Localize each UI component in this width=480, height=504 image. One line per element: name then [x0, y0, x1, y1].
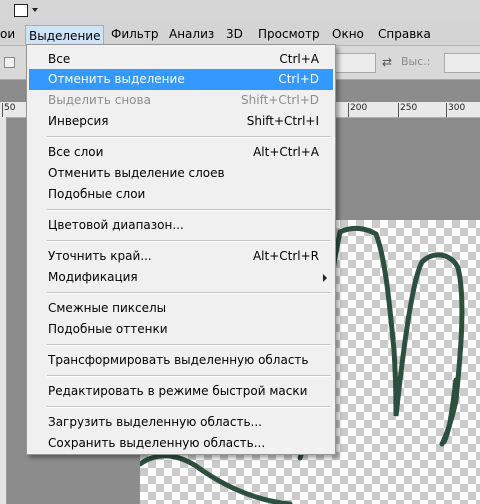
menu-item-label: Трансформировать выделенную область [48, 353, 309, 367]
ruler-label: 300 [448, 103, 466, 113]
rectangle-marquee-icon [14, 3, 28, 17]
swap-arrows-icon[interactable]: ⇄ [382, 55, 392, 69]
menu-item-load-selection[interactable]: Загрузить выделенную область... [29, 412, 333, 433]
menu-item-label: Выделить снова [48, 93, 151, 107]
menu-item-label: Инверсия [48, 114, 109, 128]
menu-item-refine-edge[interactable]: Уточнить край... Alt+Ctrl+R [29, 246, 333, 267]
menu-item-deselect-layers[interactable]: Отменить выделение слоев [29, 163, 333, 184]
menu-item-label: Модификация [48, 270, 138, 284]
menu-item-save-selection[interactable]: Сохранить выделенную область... [29, 433, 333, 454]
menu-item-label: Подобные оттенки [48, 322, 168, 336]
menu-item-transform-selection[interactable]: Трансформировать выделенную область [29, 350, 333, 371]
antialias-checkbox[interactable] [4, 57, 15, 68]
menu-separator [47, 292, 331, 294]
menu-view[interactable]: Просмотр [258, 23, 320, 45]
menu-help[interactable]: Справка [378, 23, 431, 45]
submenu-arrow-icon [323, 274, 327, 282]
ruler-label: 200 [350, 103, 368, 113]
menu-separator [47, 375, 331, 377]
menu-filter[interactable]: Фильтр [111, 23, 158, 45]
menu-item-label: Редактировать в режиме быстрой маски [48, 384, 308, 398]
menu-separator [47, 136, 331, 138]
vertical-ruler [0, 117, 7, 504]
menu-item-inverse[interactable]: Инверсия Shift+Ctrl+I [29, 111, 333, 132]
menu-item-grow[interactable]: Смежные пикселы [29, 298, 333, 319]
menu-item-shortcut: Ctrl+D [278, 72, 319, 86]
menu-item-label: Смежные пикселы [48, 301, 167, 315]
menu-3d[interactable]: 3D [226, 23, 243, 45]
menu-item-shortcut: Alt+Ctrl+R [252, 249, 319, 263]
ruler-label: 250 [400, 103, 418, 113]
menu-item-label: Отменить выделение слоев [48, 166, 225, 180]
menu-item-label: Все слои [48, 145, 104, 159]
menu-item-modify[interactable]: Модификация [29, 267, 333, 288]
menu-separator [47, 209, 331, 211]
ruler-label: 50 [4, 103, 16, 113]
menu-item-reselect: Выделить снова Shift+Ctrl+D [29, 90, 333, 111]
menu-item-select-all[interactable]: Все Ctrl+A [29, 49, 333, 70]
menu-item-label: Отменить выделение [48, 72, 185, 86]
menu-window[interactable]: Окно [332, 23, 364, 45]
menu-item-label: Цветовой диапазон... [48, 218, 184, 232]
menu-selection[interactable]: Выделение [25, 25, 105, 45]
menu-item-color-range[interactable]: Цветовой диапазон... [29, 215, 333, 236]
tool-options-strip [0, 0, 480, 23]
width-field[interactable] [330, 53, 376, 73]
menu-item-shortcut: Ctrl+A [279, 52, 319, 66]
menu-separator [47, 344, 331, 346]
menu-fragment-previous[interactable]: ои [0, 23, 15, 45]
menu-item-shortcut: Alt+Ctrl+A [253, 145, 319, 159]
menu-analysis[interactable]: Анализ [169, 23, 214, 45]
menu-item-shortcut: Shift+Ctrl+D [241, 93, 319, 107]
menu-item-label: Загрузить выделенную область... [48, 415, 262, 429]
height-field[interactable] [444, 53, 480, 73]
menu-separator [47, 240, 331, 242]
selection-menu-dropdown: Все Ctrl+A Отменить выделение Ctrl+D Выд… [26, 44, 336, 455]
menu-item-label: Сохранить выделенную область... [48, 436, 266, 450]
menu-item-quick-mask[interactable]: Редактировать в режиме быстрой маски [29, 381, 333, 402]
menu-bar: ои Выделение Фильтр Анализ 3D Просмотр О… [0, 23, 480, 46]
menu-item-similar[interactable]: Подобные оттенки [29, 319, 333, 340]
menu-item-label: Все [48, 52, 71, 66]
menu-item-shortcut: Shift+Ctrl+I [246, 114, 319, 128]
menu-item-deselect[interactable]: Отменить выделение Ctrl+D [29, 69, 333, 90]
chevron-down-icon [32, 8, 38, 12]
marquee-tool-button[interactable] [10, 1, 42, 19]
menu-separator [47, 406, 331, 408]
menu-item-similar-layers[interactable]: Подобные слои [29, 184, 333, 205]
menu-item-label: Подобные слои [48, 187, 146, 201]
height-label: Выс.: [401, 55, 431, 68]
menu-item-all-layers[interactable]: Все слои Alt+Ctrl+A [29, 142, 333, 163]
menu-item-label: Уточнить край... [48, 249, 152, 263]
